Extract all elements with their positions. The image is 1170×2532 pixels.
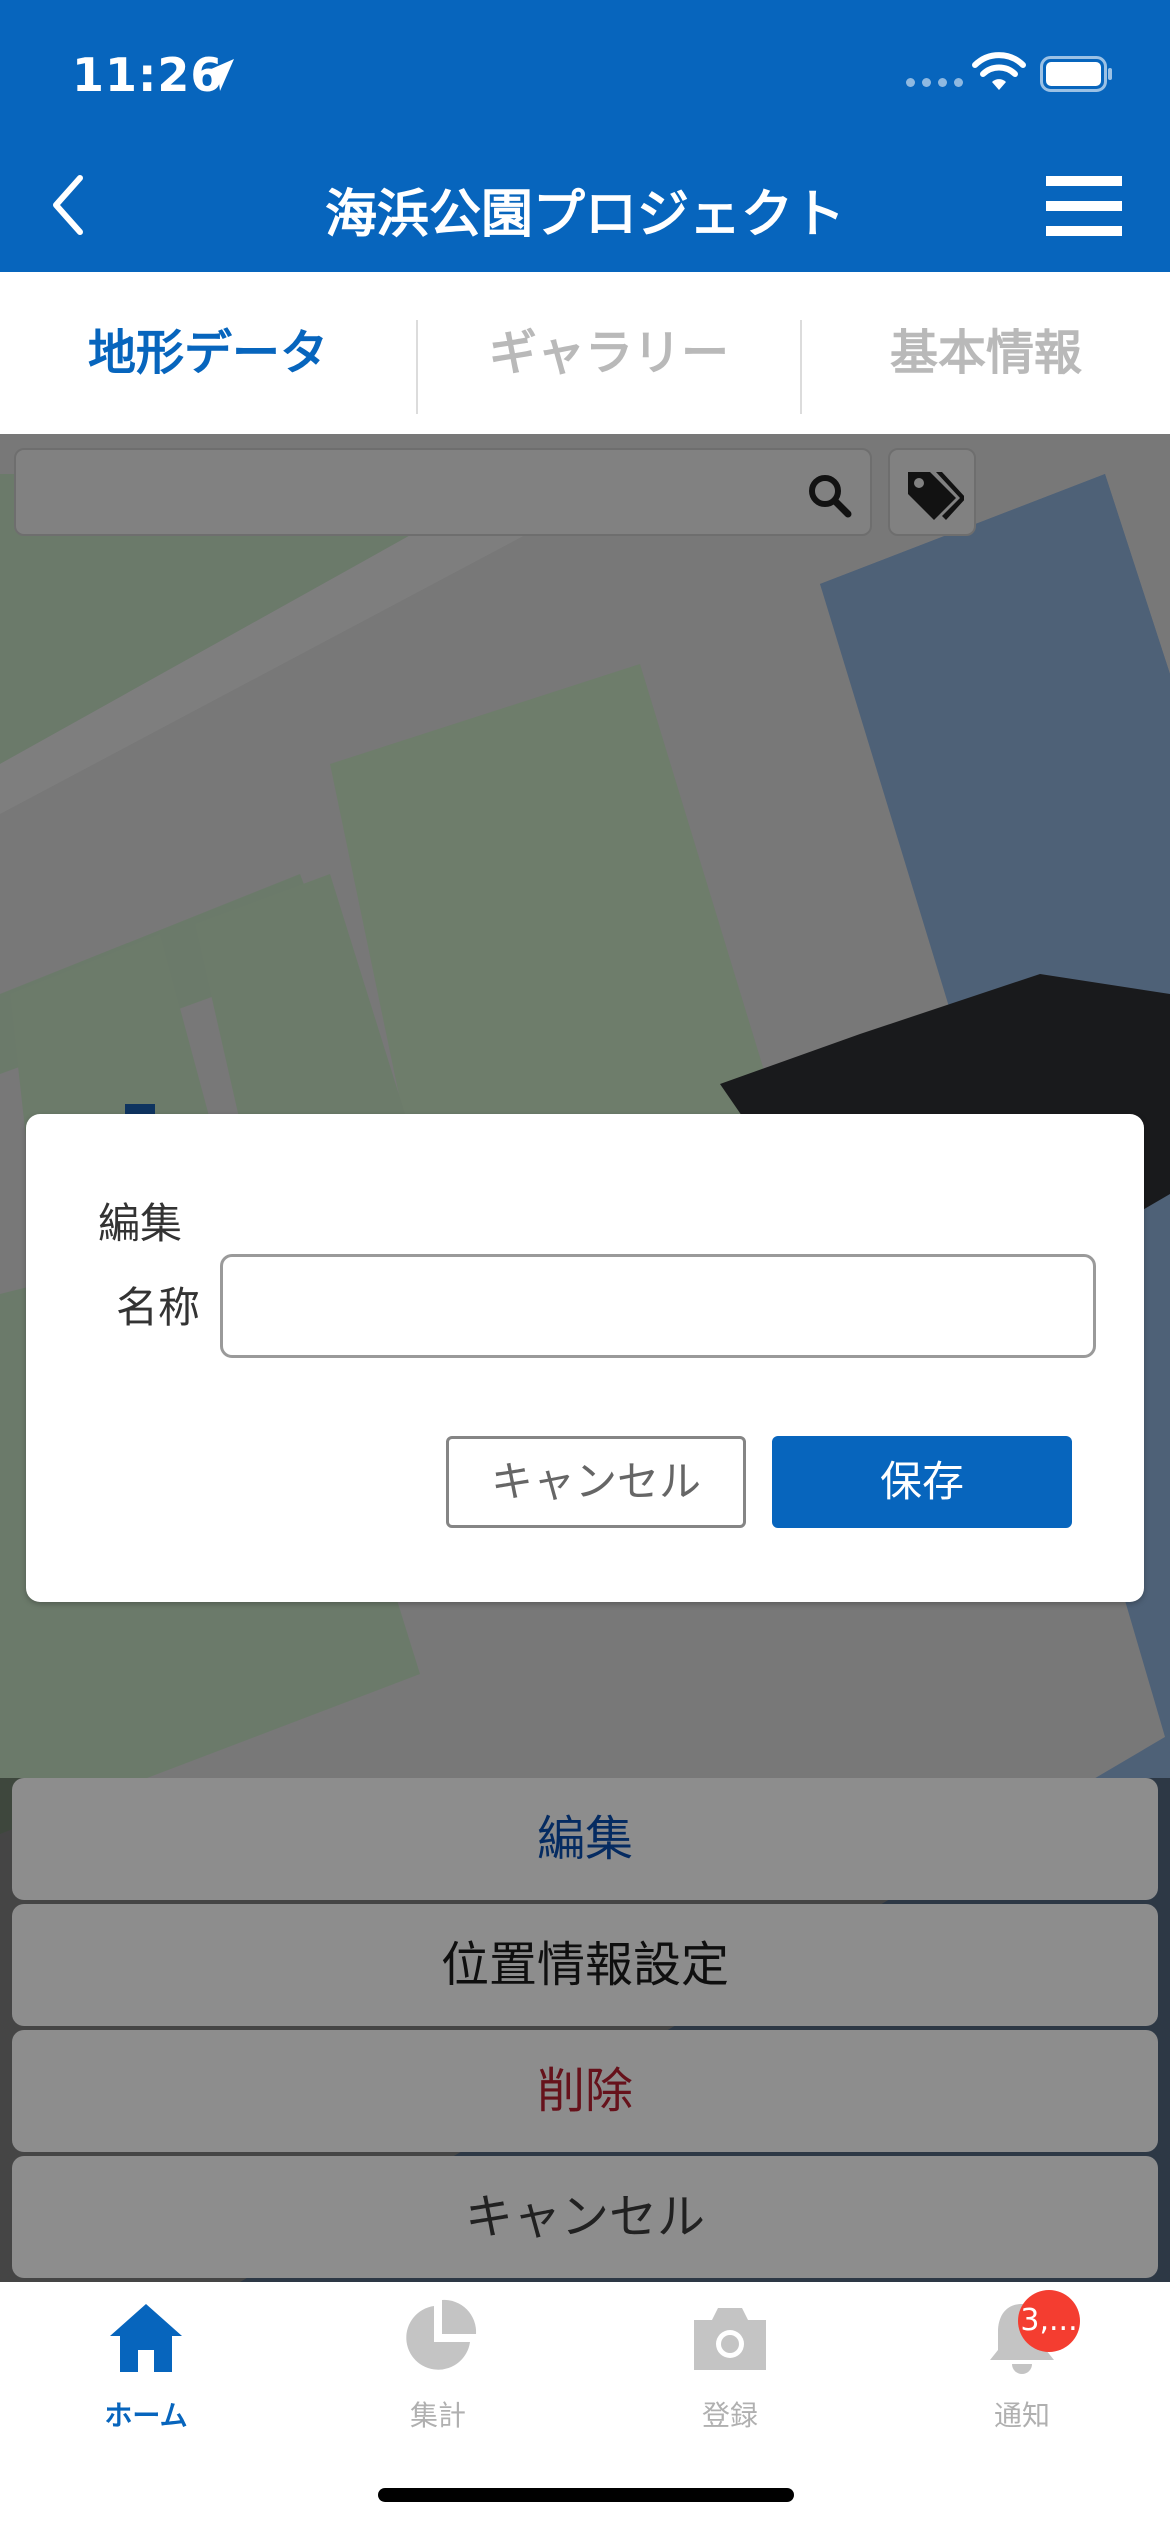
wifi-icon [972, 52, 1026, 90]
app-header: 11:26 海浜公園プロジェクト [0, 0, 1170, 272]
edit-dialog: 編集 名称 キャンセル 保存 [26, 1114, 1144, 1602]
home-icon [110, 2304, 182, 2372]
battery-icon [1040, 56, 1112, 92]
nav-home[interactable]: ホーム [0, 2282, 292, 2442]
dialog-title: 編集 [98, 1199, 183, 1248]
camera-icon [694, 2308, 766, 2370]
nav-notifications[interactable]: 3,... 通知 [876, 2282, 1168, 2442]
nav-notifications-label: 通知 [993, 2399, 1050, 2432]
hamburger-menu-icon[interactable] [1046, 174, 1122, 238]
tab-basic-info[interactable]: 基本情報 [802, 272, 1170, 434]
nav-summary[interactable]: 集計 [292, 2282, 584, 2442]
segment-tabs: 地形データ ギャラリー 基本情報 [0, 272, 1170, 434]
nav-register[interactable]: 登録 [584, 2282, 876, 2442]
home-indicator [378, 2488, 794, 2502]
signal-icon [906, 78, 963, 87]
tab-terrain-data[interactable]: 地形データ [0, 272, 416, 434]
location-arrow-icon [202, 59, 234, 91]
dialog-cancel-button[interactable]: キャンセル [446, 1436, 746, 1528]
name-label: 名称 [116, 1283, 201, 1332]
notification-badge: 3,... [1018, 2290, 1080, 2352]
tab-gallery[interactable]: ギャラリー [418, 272, 800, 434]
nav-home-label: ホーム [104, 2399, 188, 2432]
nav-register-label: 登録 [701, 2399, 758, 2432]
name-input[interactable] [220, 1254, 1096, 1358]
page-title: 海浜公園プロジェクト [324, 185, 845, 245]
action-sheet-dim [0, 1778, 1170, 2282]
pie-chart-icon [406, 2299, 477, 2370]
dialog-save-button[interactable]: 保存 [772, 1436, 1072, 1528]
nav-summary-label: 集計 [409, 2399, 466, 2432]
